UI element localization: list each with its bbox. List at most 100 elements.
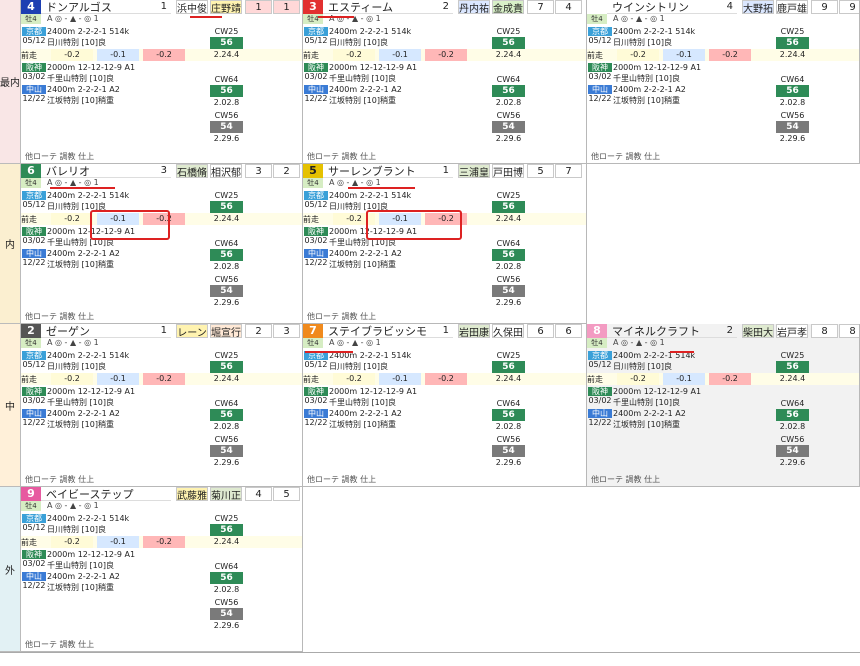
jockey-cell[interactable]: 石橋脩 — [176, 164, 208, 178]
jockey-cell[interactable]: 武藤雅 — [176, 487, 208, 501]
horse-name[interactable]: エスティーム — [328, 0, 439, 15]
horse-card[interactable]: ウインシトリン 4 大野拓 鹿戸雄 9 9 牡4 A ◎ - ▲ - ◎ 1 京都 05/12 24… — [587, 0, 860, 164]
jockey-cell[interactable]: 三浦皇 — [458, 164, 490, 178]
diff-value: -0.2 — [617, 373, 659, 385]
time: 2.24.4 — [213, 537, 240, 546]
horse-name[interactable]: ステイブラビッシモ — [328, 324, 439, 339]
annotation-underline — [305, 351, 353, 353]
trainer-cell[interactable]: 鹿戸雄 — [776, 0, 808, 14]
workout-course: CW64 — [214, 75, 239, 84]
rating: 54 — [210, 608, 243, 620]
popularity: 2 — [442, 1, 449, 12]
race-date: 12/22 — [22, 258, 46, 267]
venue-date: 中山 12/22 — [21, 409, 47, 427]
race-name: 江坂特別 [10]稍重 — [613, 420, 680, 429]
diff-value: -0.2 — [51, 213, 93, 225]
prev-run-bar: 前走 -0.2 -0.1 -0.2 — [21, 49, 302, 61]
race-date: 05/12 — [22, 360, 46, 369]
horse-card[interactable]: 5 サーレンブラント 1 三浦皇 戸田博 5 7 牡4 A ◎ - ▲ - ◎ 1 京都 05/12… — [303, 164, 587, 324]
race-date: 12/22 — [588, 94, 612, 103]
workout-course: CW56 — [496, 435, 521, 444]
time: 2.29.6 — [495, 458, 522, 467]
diff-value: -0.1 — [379, 49, 421, 61]
workout-course: CW64 — [496, 75, 521, 84]
jockey-cell[interactable]: 柴田大 — [742, 324, 774, 338]
horse-name[interactable]: サーレンブラント — [328, 164, 439, 179]
odds-cell: 4 — [245, 487, 272, 501]
footer-item: 他 — [307, 312, 315, 321]
workout-col: CW64 56 2.02.8 — [491, 239, 526, 271]
sex-age: 牡4 — [587, 338, 607, 348]
horse-card[interactable]: 3 エスティーム 2 丹内祐 金成貴 7 4 牡4 A ◎ - ▲ - ◎ 1 京都 05/12 24… — [303, 0, 587, 164]
popularity: 1 — [442, 325, 449, 336]
rating: 56 — [210, 249, 243, 261]
annotation-underline — [190, 16, 222, 18]
horse-card[interactable]: 7 ステイブラビッシモ 1 岩田康 久保田 6 6 牡4 A ◎ - ▲ - ◎ 1 京都 05/1… — [303, 324, 587, 487]
trainer-cell[interactable]: 久保田 — [492, 324, 524, 338]
horse-name[interactable]: ドンアルゴス — [46, 0, 157, 15]
horse-name[interactable]: マイネルクラフト — [612, 324, 723, 339]
venue-date: 阪神 03/02 — [303, 387, 329, 405]
workout-col: CW25 56 2.24.4 — [491, 27, 526, 59]
sex-age: 牡4 — [21, 178, 41, 188]
workout-course: CW25 — [496, 191, 521, 200]
venue: 中山 — [22, 572, 46, 581]
trainer-cell[interactable]: 堀宣行 — [210, 324, 242, 338]
mark-row: A ◎ - ▲ - ◎ 1 — [329, 338, 381, 347]
jockey-cell[interactable]: 丹内祐 — [458, 0, 490, 14]
footer-item: 他 — [25, 640, 33, 649]
jockey-cell[interactable]: 浜中俊 — [176, 0, 208, 14]
horse-name[interactable]: ゼーゲン — [46, 324, 157, 339]
diff-value: -0.1 — [97, 49, 139, 61]
odds-cell: 3 — [273, 324, 300, 338]
race-name: 千里山特別 [10]良 — [613, 74, 680, 83]
footer-item: 他 — [25, 152, 33, 161]
sex-age: 牡4 — [303, 178, 323, 188]
race-date: 03/02 — [588, 396, 612, 405]
workout-col: CW25 56 2.24.4 — [775, 351, 810, 383]
jockey-cell[interactable]: 岩田康 — [458, 324, 490, 338]
horse-card[interactable]: 9 ベイビーステップ 武藤雅 菊川正 4 5 牡4 A ◎ - ▲ - ◎ 1 京都 05/12 2… — [21, 487, 303, 652]
footer-row: 他 ローテ 調教 仕上 — [587, 150, 859, 163]
popularity: 1 — [160, 325, 167, 336]
odds-cell: 3 — [245, 164, 272, 178]
footer-item: ローテ 調教 仕上 — [315, 312, 377, 321]
workout-col: CW25 56 2.24.4 — [209, 27, 244, 59]
trainer-cell[interactable]: 庄野靖 — [210, 0, 242, 14]
horse-card[interactable]: 2 ゼーゲン 1 レーン 堀宣行 2 3 牡4 A ◎ - ▲ - ◎ 1 京都 05/12 2400… — [21, 324, 303, 487]
sex-age: 牡4 — [303, 338, 323, 348]
venue: 京都 — [22, 514, 46, 523]
horse-card[interactable]: 8 マイネルクラフト 2 柴田大 岩戸孝 8 8 牡4 A ◎ - ▲ - ◎ 1 京都 05/12… — [587, 324, 860, 487]
sex-age: 牡4 — [587, 14, 607, 24]
odds-cell: 8 — [811, 324, 838, 338]
jockey-cell[interactable]: レーン — [176, 324, 208, 338]
horse-card[interactable]: 4 ドンアルゴス 1 浜中俊 庄野靖 1 1 牡4 A ◎ - ▲ - ◎ 1 京都 05/12 24… — [21, 0, 303, 164]
rating: 54 — [210, 285, 243, 297]
trainer-cell[interactable]: 相沢郁 — [210, 164, 242, 178]
venue-date: 阪神 03/02 — [21, 387, 47, 405]
time: 2.29.6 — [213, 458, 240, 467]
diff-value: -0.2 — [425, 373, 467, 385]
horse-name[interactable]: ウインシトリン — [612, 0, 723, 15]
trainer-cell[interactable]: 菊川正 — [210, 487, 242, 501]
trainer-cell[interactable]: 岩戸孝 — [776, 324, 808, 338]
footer-row: 他 ローテ 調教 仕上 — [21, 310, 302, 323]
trainer-cell[interactable]: 戸田博 — [492, 164, 524, 178]
trainer-cell[interactable]: 金成貴 — [492, 0, 524, 14]
time: 2.29.6 — [779, 134, 806, 143]
rating: 56 — [492, 249, 525, 261]
horse-name[interactable]: バレリオ — [46, 164, 157, 179]
time: 2.29.6 — [779, 458, 806, 467]
horse-name[interactable]: ベイビーステップ — [46, 487, 157, 502]
rating: 56 — [776, 85, 809, 97]
workout-course: CW64 — [496, 239, 521, 248]
jockey-cell[interactable]: 大野拓 — [742, 0, 774, 14]
workout-course: CW25 — [214, 191, 239, 200]
footer-row: 他 ローテ 調教 仕上 — [303, 150, 586, 163]
horse-header: 5 サーレンブラント 1 — [303, 164, 453, 178]
race-name: 日川特別 [10]良 — [47, 38, 106, 47]
race-name: 江坂特別 [10]稍重 — [613, 96, 680, 105]
odds-cell: 9 — [839, 0, 859, 14]
rating: 56 — [210, 361, 243, 373]
footer-item: ローテ 調教 仕上 — [599, 475, 661, 484]
